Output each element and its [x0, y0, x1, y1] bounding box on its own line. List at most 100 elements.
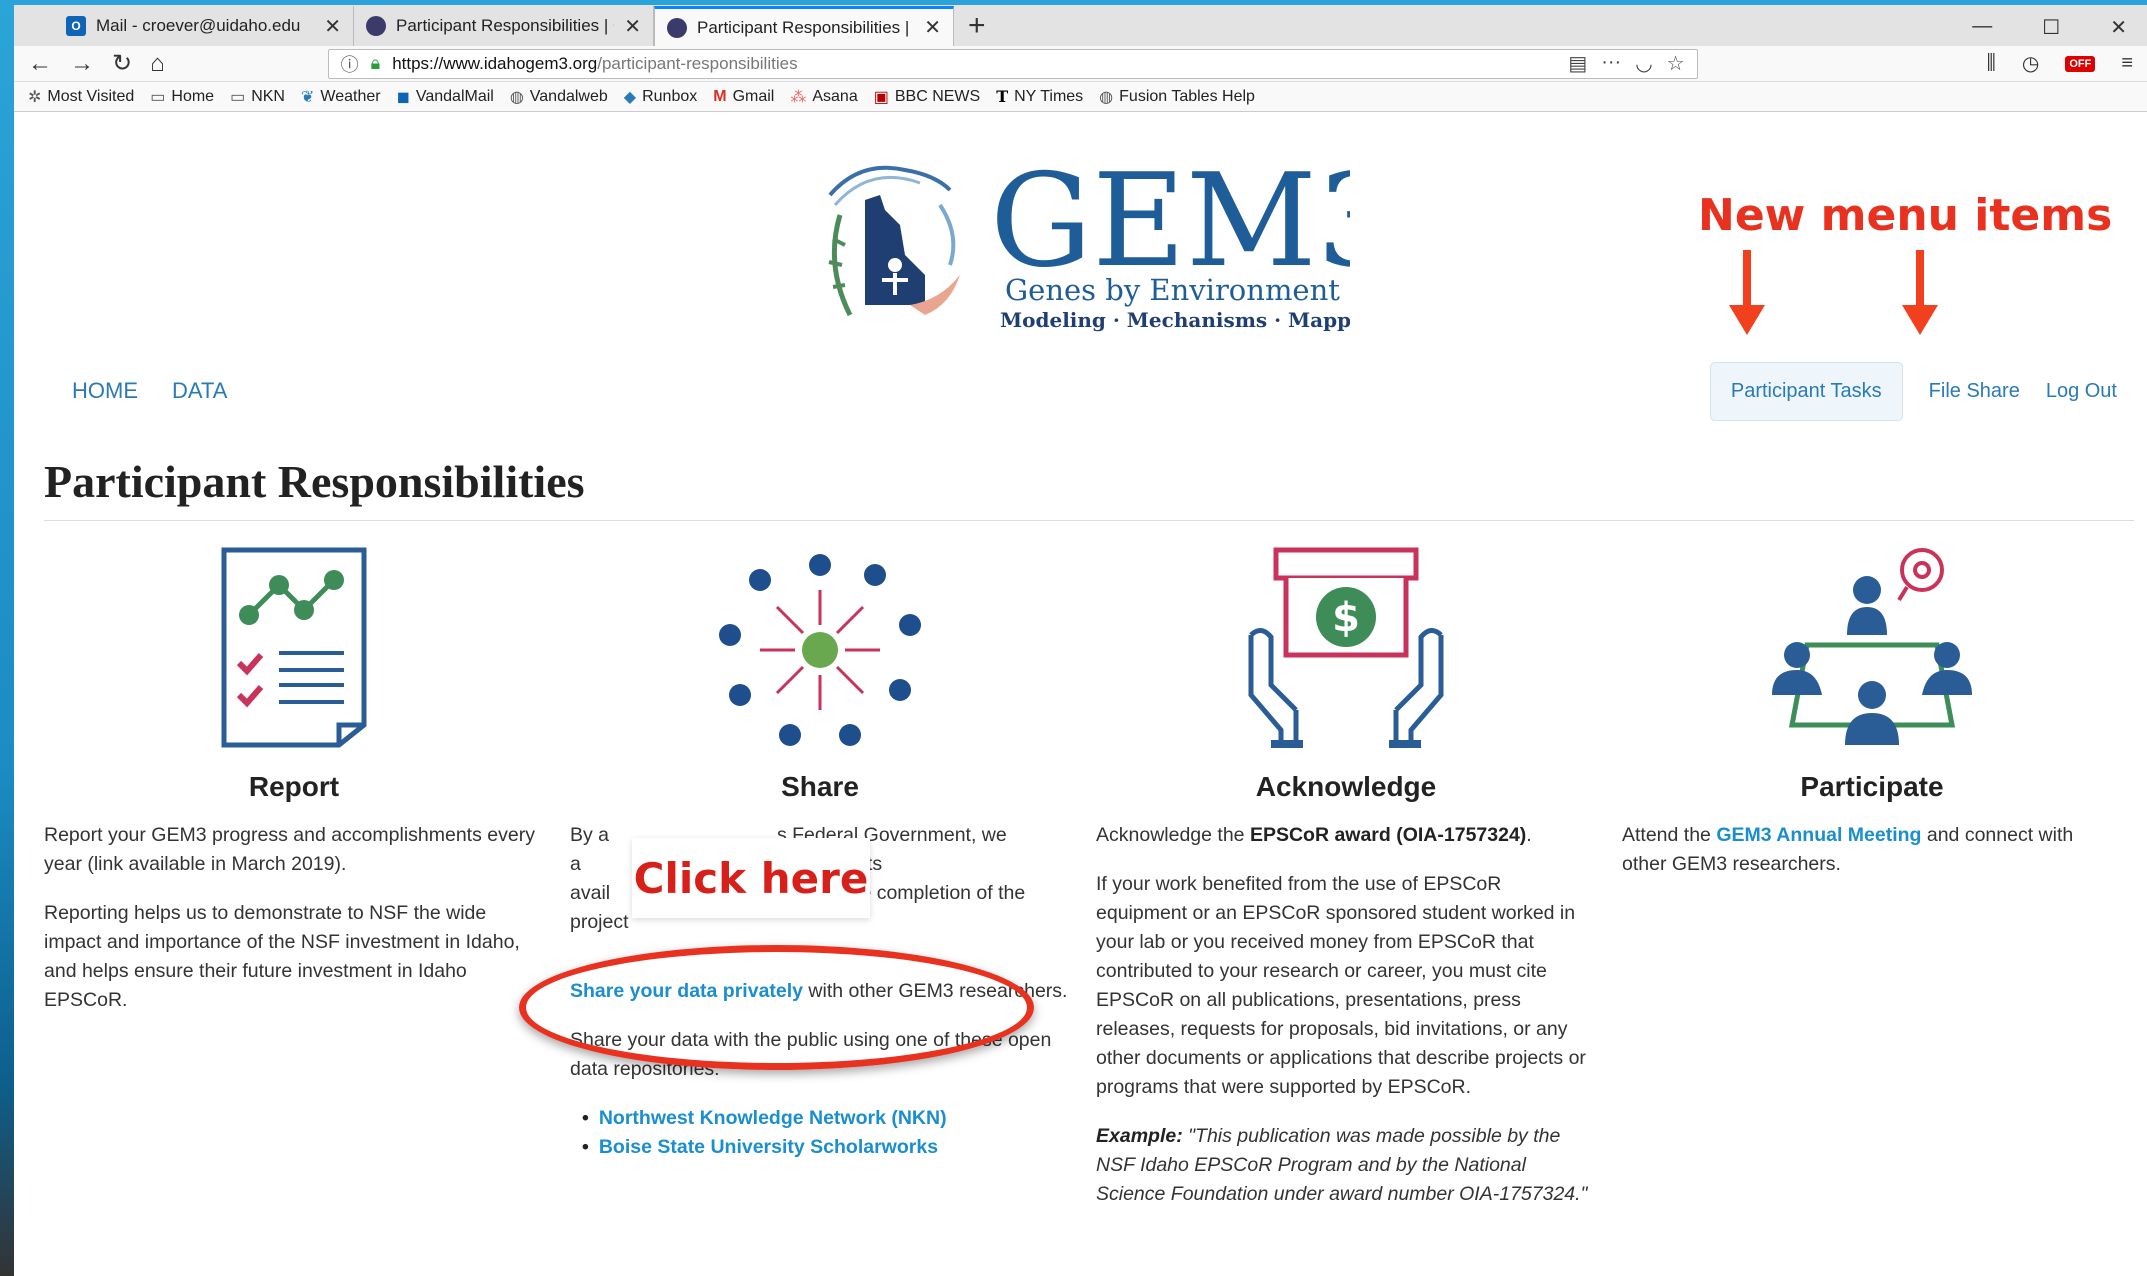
click-here-callout: Click here [632, 838, 870, 918]
forward-icon[interactable]: → [70, 50, 94, 78]
close-icon[interactable]: ✕ [324, 14, 341, 39]
outlook-icon: ◼ [396, 88, 410, 106]
nav-file-share[interactable]: File Share [1929, 380, 2020, 403]
annual-meeting-link[interactable]: GEM3 Annual Meeting [1716, 824, 1921, 846]
repository-list: Northwest Knowledge Network (NKN) Boise … [570, 1104, 1070, 1162]
bookmark-ny-times[interactable]: T NY Times [996, 87, 1083, 106]
globe-icon: ◍ [1099, 88, 1114, 106]
report-section: Report Report your GEM3 progress and acc… [44, 545, 544, 1035]
menu-icon[interactable]: ≡ [2121, 52, 2133, 75]
bookmark-runbox[interactable]: ◆ Runbox [624, 87, 697, 107]
arrow-icon [1743, 250, 1751, 310]
repo-link-nkn[interactable]: Northwest Knowledge Network (NKN) [582, 1104, 1070, 1133]
minimize-icon[interactable]: — [1972, 15, 1992, 40]
participate-icon [1622, 545, 2122, 760]
bookmark-asana[interactable]: ⁂ Asana [790, 87, 857, 107]
nav-home[interactable]: HOME [72, 378, 138, 404]
repo-link-boise-state[interactable]: Boise State University Scholarworks [582, 1133, 1070, 1162]
folder-icon: ▭ [150, 88, 166, 106]
bookmark-fusion-tables[interactable]: ◍ Fusion Tables Help [1099, 87, 1255, 107]
nav-participant-tasks[interactable]: Participant Tasks [1709, 362, 1903, 421]
bookmark-vandalweb[interactable]: ◍ Vandalweb [510, 87, 608, 107]
acknowledge-section: $ Acknowledge Acknowledge the EPSCoR awa… [1096, 545, 1596, 1229]
nav-data[interactable]: DATA [172, 378, 227, 404]
arrow-head-icon [1902, 305, 1938, 335]
acknowledge-heading: Acknowledge [1255, 771, 1437, 802]
close-icon[interactable]: ✕ [924, 15, 941, 40]
nav-log-out[interactable]: Log Out [2046, 380, 2117, 403]
site-menu-left: HOME DATA [72, 378, 227, 404]
close-icon[interactable]: ✕ [624, 14, 641, 39]
home-icon[interactable]: ⌂ [150, 50, 165, 78]
asana-icon: ⁂ [790, 88, 807, 106]
folder-icon: ▭ [230, 88, 246, 106]
logo-subtitle: Genes by Environment [1005, 273, 1340, 307]
bookmark-gmail[interactable]: M Gmail [713, 88, 774, 106]
gem3-icon [667, 17, 687, 38]
bookmark-most-visited[interactable]: ✲ Most Visited [28, 87, 134, 107]
report-icon [44, 545, 544, 760]
reader-view-icon[interactable]: ▤ [1568, 51, 1587, 76]
tab-mail[interactable]: O Mail - croever@uidaho.edu ✕ [54, 6, 354, 46]
reload-icon[interactable]: ↻ [112, 49, 132, 78]
highlight-oval [519, 945, 1034, 1070]
divider [44, 520, 2134, 521]
runbox-icon: ◆ [623, 88, 637, 106]
lock-icon: 🔒︎ [370, 53, 381, 73]
tab-participant-1[interactable]: Participant Responsibilities | Ge ✕ [354, 6, 654, 46]
bookmark-star-icon[interactable]: ☆ [1667, 51, 1685, 76]
navigation-bar: ← → ↻ ⌂ ⓘ 🔒︎ https://www.idahogem3.org/p… [14, 46, 2147, 82]
acknowledge-example: Example: "This publication was made poss… [1096, 1125, 1588, 1205]
extension-off-badge[interactable]: OFF [2065, 55, 2096, 72]
acknowledge-icon: $ [1096, 545, 1596, 760]
url-path: /participant-responsibilities [597, 53, 798, 73]
tab-label: Mail - croever@uidaho.edu [96, 16, 301, 35]
info-icon[interactable]: ⓘ [341, 51, 359, 77]
pocket-icon[interactable]: ◡ [1635, 51, 1652, 76]
gem3-icon [366, 16, 386, 36]
logo-tagline: Modeling · Mechanisms · Mapping [1000, 308, 1350, 332]
acknowledge-text-1: Acknowledge the EPSCoR award (OIA-175732… [1096, 824, 1532, 846]
report-text-1: Report your GEM3 progress and accomplish… [44, 824, 535, 875]
nytimes-icon: T [996, 87, 1009, 106]
bookmarks-toolbar: ✲ Most Visited ▭ Home ▭ NKN ❦ Weather ◼ Vanda… [14, 82, 2147, 112]
bookmark-bbc-news[interactable]: ▣ BBC NEWS [874, 87, 980, 107]
new-tab-button[interactable]: + [954, 6, 1000, 46]
back-icon[interactable]: ← [28, 50, 52, 78]
gem3-logo[interactable]: GEM3 Genes by Environment Modeling · Mec… [820, 147, 1398, 335]
report-text-2: Reporting helps us to demonstrate to NSF… [44, 902, 520, 1011]
participate-heading: Participate [1800, 771, 1944, 802]
bookmark-home[interactable]: ▭ Home [150, 87, 214, 107]
arrow-head-icon [1729, 305, 1765, 335]
acknowledge-text-2: If your work benefited from the use of E… [1096, 873, 1586, 1098]
page-title: Participant Responsibilities [44, 456, 585, 507]
history-icon[interactable]: ◷ [2022, 51, 2039, 76]
slide-accent-bar [0, 0, 14, 1276]
gem3-logo-graphic: GEM3 Genes by Environment Modeling · Mec… [828, 147, 1398, 332]
bookmark-vandalmail[interactable]: ◼ VandalMail [397, 87, 494, 107]
browser-window: O Mail - croever@uidaho.edu ✕ Participan… [14, 0, 2147, 1276]
library-icon[interactable]: ⫼ [1987, 52, 1996, 75]
site-menu-right: Participant Tasks File Share Log Out [1709, 362, 2117, 421]
maximize-icon[interactable]: ☐ [2042, 15, 2060, 40]
page-actions-icon[interactable]: ··· [1601, 51, 1621, 76]
tab-label: Participant Responsibilities | Ge [697, 17, 915, 37]
bbc-icon: ▣ [873, 88, 889, 106]
bookmark-nkn[interactable]: ▭ NKN [230, 87, 285, 107]
bookmark-weather[interactable]: ❦ Weather [301, 87, 381, 107]
gear-icon: ✲ [28, 88, 42, 106]
share-heading: Share [781, 771, 859, 802]
participate-section: Participate Attend the GEM3 Annual Meeti… [1622, 545, 2122, 899]
window-controls: — ☐ ✕ [1972, 15, 2147, 40]
weather-icon: ❦ [300, 88, 315, 106]
globe-icon: ◍ [509, 88, 524, 106]
url-bar[interactable]: ⓘ 🔒︎ https://www.idahogem3.org/participa… [327, 48, 1698, 79]
svg-text:$: $ [1332, 595, 1360, 641]
arrow-icon [1916, 250, 1924, 310]
share-icon [570, 545, 1070, 760]
gmail-icon: M [713, 87, 727, 105]
window-close-icon[interactable]: ✕ [2110, 15, 2127, 40]
outlook-icon: O [66, 16, 86, 36]
tab-participant-2[interactable]: Participant Responsibilities | Ge ✕ [654, 6, 954, 46]
tab-label: Participant Responsibilities | Ge [396, 16, 615, 35]
